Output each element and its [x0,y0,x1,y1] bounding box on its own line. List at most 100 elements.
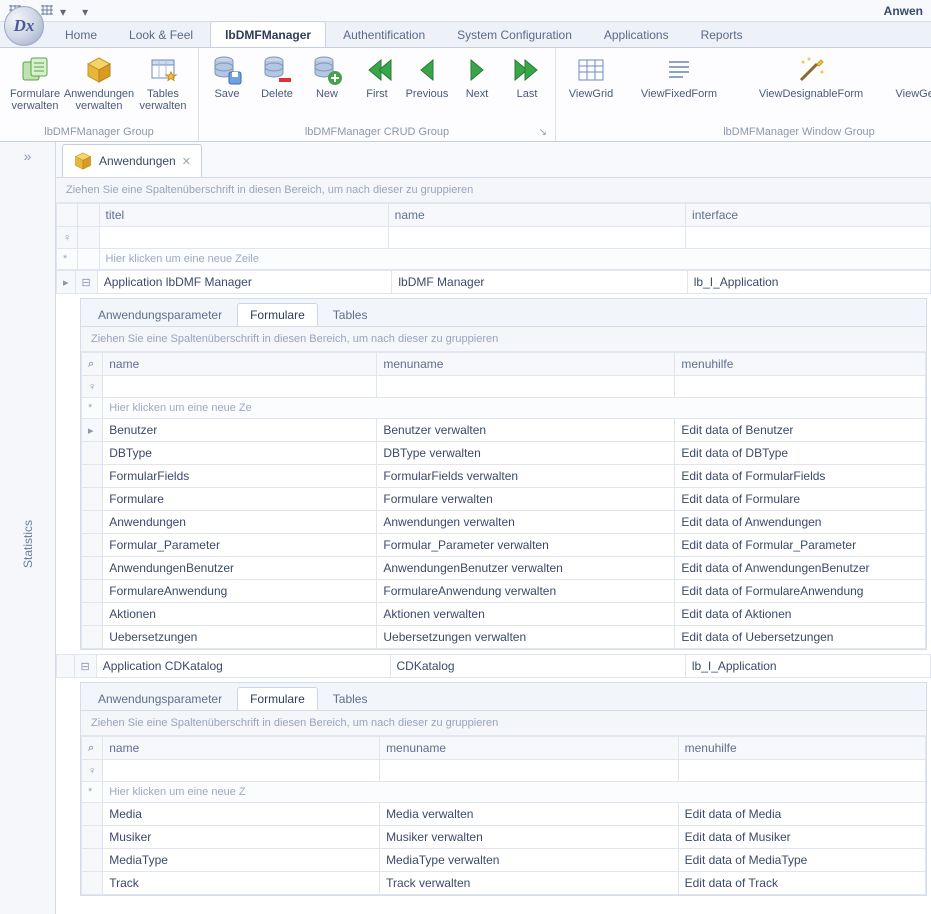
ribbon-tab-lbdmfmanager[interactable]: lbDMFManager [210,21,326,47]
col-header[interactable]: name [103,737,380,760]
table-row[interactable]: FormulareFormulare verwaltenEdit data of… [82,488,926,511]
table-row[interactable]: MediaTypeMediaType verwaltenEdit data of… [82,849,926,872]
ribbon-tab-look-feel[interactable]: Look & Feel [114,21,208,47]
expand-icon[interactable]: ⊟ [75,271,97,294]
ribbon-tab-system-configuration[interactable]: System Configuration [442,21,587,47]
nav-first-icon [361,54,393,86]
ribbon-group-2: ViewGridViewFixedFormViewDesignableFormV… [556,48,931,141]
app-menu-button[interactable]: Dx [4,6,44,46]
sidebar-panel-statistics[interactable]: Statistics [21,520,35,568]
qat-grid2-icon[interactable] [40,5,54,17]
new-row-hint[interactable]: Hier klicken um eine neue Z [103,782,926,803]
close-icon[interactable]: ✕ [182,155,191,168]
viewgenericdatalayoutfor-button[interactable]: ViewGenericDataLayoutFor [888,50,931,100]
viewfixedform-button[interactable]: ViewFixedForm [624,50,734,100]
detail-tab-anwendungsparameter[interactable]: Anwendungsparameter [85,687,235,710]
table-row[interactable]: AnwendungenAnwendungen verwaltenEdit dat… [82,511,926,534]
ribbon-tab-home[interactable]: Home [50,21,112,47]
sidebar-expand[interactable]: » [24,148,32,164]
delete-button[interactable]: Delete [253,50,301,100]
new-button[interactable]: New [303,50,351,100]
table-row[interactable]: TrackTrack verwaltenEdit data of Track [82,872,926,895]
col-header[interactable]: name [388,204,685,227]
col-header[interactable]: titel [99,204,388,227]
save-button[interactable]: Save [203,50,251,100]
newrow-indicator[interactable]: * [82,782,103,803]
anwendungen-verwalten-button[interactable]: Anwendungen verwalten [68,50,130,112]
col-header[interactable]: menuhilfe [675,353,926,376]
db-add-icon [311,54,343,86]
ribbon-tab-reports[interactable]: Reports [686,21,758,47]
group-by-hint[interactable]: Ziehen Sie eine Spaltenüberschrift in di… [81,711,926,736]
nav-next-icon [461,54,493,86]
filter-cell[interactable] [686,227,931,249]
ribbon-tab-applications[interactable]: Applications [589,21,684,47]
col-header[interactable]: menuhilfe [678,737,925,760]
next-button[interactable]: Next [453,50,501,100]
autofilter-indicator[interactable]: ♀ [57,227,78,249]
button-label: Anwendungen verwalten [64,88,134,112]
previous-button[interactable]: Previous [403,50,451,100]
col-header[interactable]: menuname [380,737,679,760]
group-caption: lbDMFManager CRUD Group [203,124,551,141]
filter-cell[interactable] [388,227,685,249]
qat-dropdown2[interactable]: ▾ [60,5,66,19]
group-by-hint[interactable]: Ziehen Sie eine Spaltenüberschrift in di… [81,327,926,352]
table-row[interactable]: Formular_ParameterFormular_Parameter ver… [82,534,926,557]
sidebar: » Statistics [0,142,56,914]
form-lines-icon [663,54,695,86]
viewgrid-button[interactable]: ViewGrid [560,50,622,100]
table-row[interactable]: FormulareAnwendungFormulareAnwendung ver… [82,580,926,603]
search-icon[interactable]: ⌕ [82,737,103,760]
search-icon[interactable]: ⌕ [82,353,103,376]
filter-cell[interactable] [99,227,388,249]
detail-grid[interactable]: ⌕namemenunamemenuhilfe ♀*Hier klicken um … [81,736,926,895]
table-row[interactable]: FormularFieldsFormularFields verwaltenEd… [82,465,926,488]
new-row-hint[interactable]: Hier klicken um eine neue Zeile [99,249,930,270]
autofilter-indicator[interactable]: ♀ [82,760,103,782]
forms-icon [19,54,51,86]
detail-tabs: AnwendungsparameterFormulareTables [81,299,926,327]
detail-tab-formulare[interactable]: Formulare [237,303,318,326]
table-row[interactable]: AnwendungenBenutzerAnwendungenBenutzer v… [82,557,926,580]
last-button[interactable]: Last [503,50,551,100]
table-row[interactable]: AktionenAktionen verwaltenEdit data of A… [82,603,926,626]
group-by-hint[interactable]: Ziehen Sie eine Spaltenüberschrift in di… [56,178,931,203]
master-row-table: ⊟Application CDKatalogCDKataloglb_I_Appl… [56,654,931,678]
ribbon: Formulare verwaltenAnwendungen verwalten… [0,48,931,142]
tables-verwalten-button[interactable]: Tables verwalten [132,50,194,112]
master-row[interactable]: ⊟Application CDKatalogCDKataloglb_I_Appl… [57,655,931,678]
col-header[interactable]: name [103,353,377,376]
table-row[interactable]: UebersetzungenUebersetzungen verwaltenEd… [82,626,926,649]
autofilter-indicator[interactable]: ♀ [82,376,103,398]
grid-icon [575,54,607,86]
viewdesignableform-button[interactable]: ViewDesignableForm [736,50,886,100]
new-row-hint[interactable]: Hier klicken um eine neue Ze [103,398,926,419]
qat-customize[interactable]: ▾ [82,5,88,19]
ribbon-group-0: Formulare verwaltenAnwendungen verwalten… [0,48,199,141]
detail-tab-tables[interactable]: Tables [320,687,381,710]
col-header[interactable]: interface [686,204,931,227]
col-header[interactable]: menuname [377,353,675,376]
ribbon-tab-authentification[interactable]: Authentification [328,21,440,47]
formulare-verwalten-button[interactable]: Formulare verwalten [4,50,66,112]
master-row[interactable]: ▸⊟Application lbDMF ManagerlbDMF Manager… [57,271,931,294]
detail-tab-formulare[interactable]: Formulare [237,687,318,710]
wand-icon [795,54,827,86]
newrow-indicator[interactable]: * [57,249,78,270]
document-tab-label: Anwendungen [99,154,176,168]
master-grid[interactable]: titelnameinterface ♀* Hier klicken um eine… [56,203,931,270]
detail-tab-anwendungsparameter[interactable]: Anwendungsparameter [85,303,235,326]
table-row[interactable]: ▸BenutzerBenutzer verwaltenEdit data of … [82,419,926,442]
expand-icon[interactable]: ⊟ [74,655,96,678]
table-row[interactable]: MediaMedia verwaltenEdit data of Media [82,803,926,826]
table-row[interactable]: DBTypeDBType verwaltenEdit data of DBTyp… [82,442,926,465]
document-tab-anwendungen[interactable]: Anwendungen ✕ [62,144,202,177]
table-row[interactable]: MusikerMusiker verwaltenEdit data of Mus… [82,826,926,849]
first-button[interactable]: First [353,50,401,100]
newrow-indicator[interactable]: * [82,398,103,419]
detail-tab-tables[interactable]: Tables [320,303,381,326]
button-label: Formulare verwalten [6,88,64,112]
detail-grid[interactable]: ⌕namemenunamemenuhilfe ♀*Hier klicken um … [81,352,926,649]
button-label: First [366,88,387,100]
